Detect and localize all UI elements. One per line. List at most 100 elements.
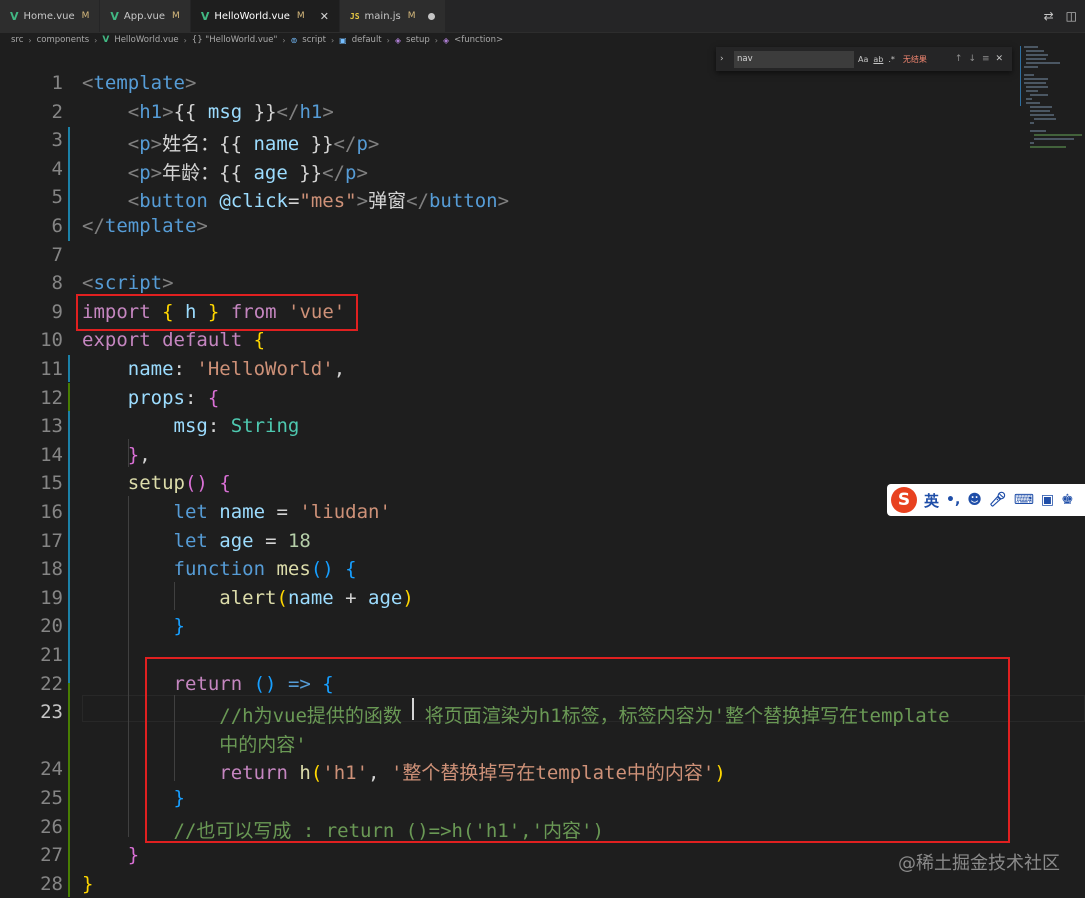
skin-icon[interactable]: ♚ [1061,492,1074,508]
microphone-icon[interactable]: 🎤︎ [989,492,1007,508]
breadcrumb-module[interactable]: {} "HelloWorld.vue" [192,35,278,45]
line-number: 7 [51,243,63,266]
code-token: age [253,161,288,184]
minimap-line [1026,58,1046,60]
breadcrumb-function[interactable]: <function> [454,35,503,45]
close-icon[interactable]: ✕ [320,10,329,23]
minimap-line [1026,54,1048,56]
code-token: @click [219,190,288,213]
code-token: age [219,529,254,552]
breadcrumb-components[interactable]: components [37,35,90,45]
sogou-logo-icon[interactable]: S [891,487,917,513]
code-token: , [333,358,346,380]
code-line: } [82,615,185,637]
indent-guide [174,582,175,610]
code-token: { [253,329,266,352]
breadcrumb-default[interactable]: default [352,35,382,45]
code-token: > [322,100,334,123]
tab-app-vue[interactable]: V App.vue M [100,0,191,32]
code-token: let [173,501,208,523]
code-token: name [287,586,334,609]
chevron-right-icon: › [386,35,390,45]
line-number: 27 [40,844,63,867]
emoji-icon[interactable]: ☻ [967,492,982,508]
match-case-toggle[interactable]: Aa [858,55,868,64]
close-icon[interactable]: ✕ [996,54,1004,64]
chevron-right-icon: › [183,35,187,45]
watermark: @稀土掘金技术社区 [898,853,1060,874]
code-token: } [127,844,140,867]
editor-actions: ⇄ ◫ [1044,9,1077,23]
render-function-highlight-box [145,657,1010,843]
indent-guide [128,439,129,467]
breadcrumb-setup[interactable]: setup [406,35,430,45]
code-token: 'liudan' [299,501,391,523]
ime-language-toggle[interactable]: 英 [924,490,939,511]
tab-home-vue[interactable]: V Home.vue M [0,0,101,32]
breadcrumb-src[interactable]: src [11,35,23,45]
line-number: 9 [51,300,63,323]
code-token: setup [127,472,185,495]
modified-badge: M [81,11,90,21]
vue-file-icon: V [200,9,210,23]
find-in-selection-icon[interactable]: ≡ [982,54,990,64]
compare-changes-icon[interactable]: ⇄ [1044,9,1054,23]
code-token: : [173,358,197,380]
tab-label: App.vue [123,10,166,22]
code-token: msg [207,100,243,123]
line-number: 16 [40,501,63,523]
modified-badge: M [296,11,305,21]
regex-toggle[interactable]: .* [888,55,895,64]
code-token: function [173,558,266,581]
code-token: > [150,133,163,156]
code-token: > [162,100,174,123]
code-token: > [356,161,368,184]
symbol-variable-icon: ▣ [339,35,347,45]
arrow-down-icon[interactable]: ↓ [968,54,976,64]
line-number: 20 [40,615,63,638]
code-token: props [127,386,185,409]
code-token: > [497,190,510,213]
breadcrumb-file[interactable]: HelloWorld.vue [114,35,178,45]
keyboard-icon[interactable]: ⌨ [1014,492,1034,508]
arrow-up-icon[interactable]: ↑ [955,54,963,64]
line-number: 2 [51,100,63,123]
code-line: function mes() { [82,558,357,580]
tab-main-js[interactable]: JS main.js M [339,0,447,32]
code-token: p [345,161,357,184]
gutter-added-marker [68,383,70,411]
code-line: name: 'HelloWorld', [82,358,345,380]
vue-file-icon: V [102,35,110,45]
line-number: 3 [51,129,63,152]
code-token: = [287,190,300,213]
code-token: name [253,133,300,156]
line-number: 10 [40,329,63,352]
code-line: setup() { [82,472,231,494]
breadcrumb-script[interactable]: script [302,35,326,45]
whole-word-toggle[interactable]: ab [873,55,883,64]
code-token: < [82,272,94,295]
toggle-replace-icon[interactable]: › [720,54,730,64]
user-icon[interactable]: ▣ [1041,492,1054,508]
symbol-method-icon: ◈ [394,35,402,45]
code-token: < [82,72,94,94]
chevron-right-icon: › [330,35,335,45]
punctuation-mode-icon[interactable]: •, [946,492,960,508]
unsaved-dot-icon[interactable] [428,12,436,20]
find-input[interactable]: nav [734,50,854,68]
code-line: props: { [82,386,220,409]
code-line: <p>年龄：{{ age }}</p> [82,158,368,185]
code-line: alert(name + age) [82,587,414,609]
gutter-modified-marker [68,127,70,241]
import-highlight-box [76,294,358,331]
line-number: 14 [40,443,63,466]
code-token: ( [276,586,288,609]
split-editor-icon[interactable]: ◫ [1066,9,1077,23]
code-token: : [207,415,231,438]
tab-helloworld-vue[interactable]: V HelloWorld.vue M ✕ [190,0,340,32]
gutter-added-marker [68,683,70,897]
